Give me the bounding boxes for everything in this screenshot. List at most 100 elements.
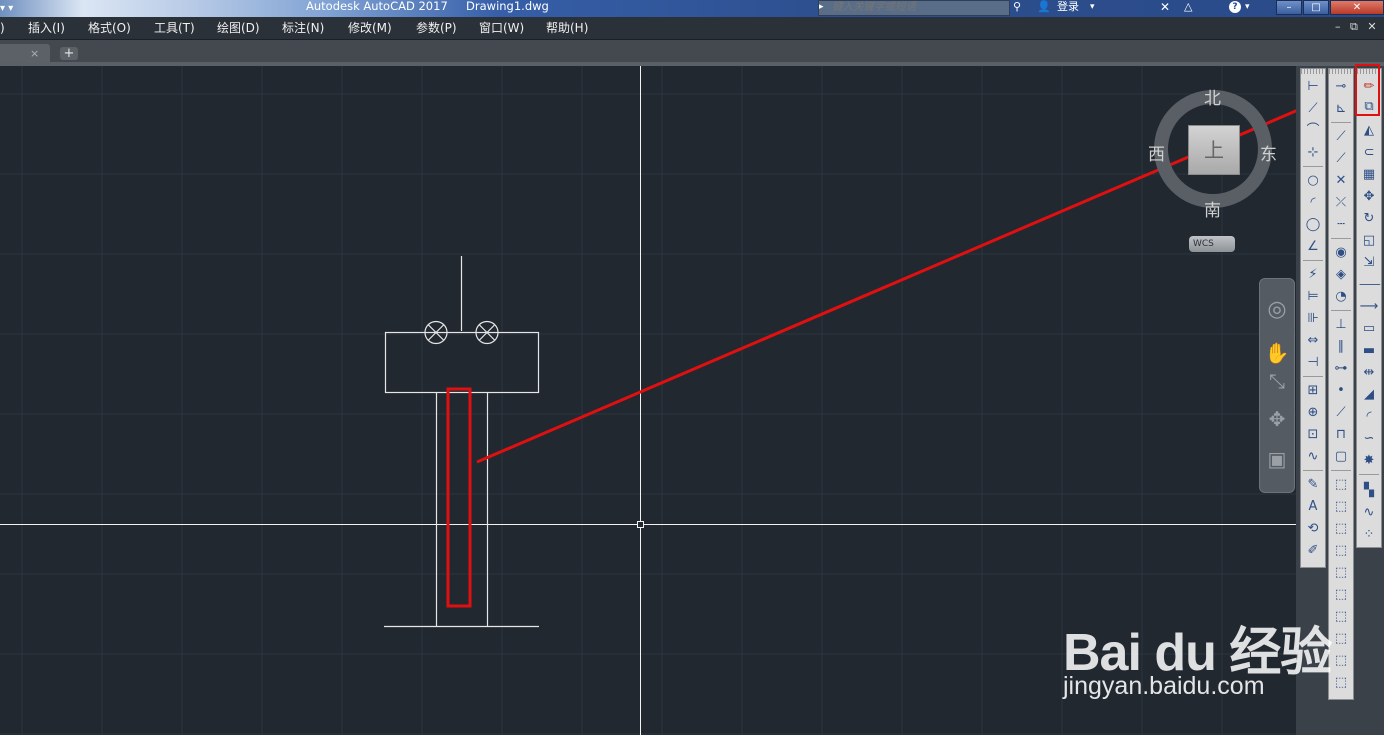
compass-north[interactable]: 北 [1204, 84, 1221, 109]
chamfer-icon[interactable]: ◢ [1359, 385, 1379, 405]
extension-icon[interactable]: ┄ [1331, 215, 1351, 235]
rotate-icon[interactable]: ↻ [1359, 209, 1379, 229]
endpoint-icon[interactable]: ⟋ [1331, 127, 1351, 147]
select-icon[interactable]: ⬚ [1331, 629, 1351, 649]
quadrant-icon[interactable]: ◈ [1331, 265, 1351, 285]
compass-east[interactable]: 东 [1260, 140, 1277, 165]
wcs-menu-button[interactable]: WCS [1189, 236, 1235, 252]
insert-icon[interactable]: ⊶ [1331, 359, 1351, 379]
perpendicular-icon[interactable]: ⊥ [1331, 315, 1351, 335]
document-window-controls[interactable]: – ⧉ ✕ [1335, 17, 1380, 37]
select-icon[interactable]: ⬚ [1331, 607, 1351, 627]
nearest-icon[interactable]: ⟋ [1331, 403, 1351, 423]
tangent-icon[interactable]: ◔ [1331, 287, 1351, 307]
cap-rectangle[interactable] [384, 331, 540, 394]
dim-text-edit-icon[interactable]: A [1303, 497, 1323, 517]
select-icon[interactable]: ⬚ [1331, 497, 1351, 517]
viewcube-top-face[interactable]: 上 [1188, 125, 1240, 175]
baseline-icon[interactable]: ⊨ [1303, 287, 1323, 307]
scale-icon[interactable]: ◱ [1359, 231, 1379, 251]
jog-linear-icon[interactable]: ∿ [1303, 447, 1323, 467]
dim-style-icon[interactable]: ✐ [1303, 541, 1323, 561]
inspect-icon[interactable]: ⊡ [1303, 425, 1323, 445]
trim-icon[interactable]: ⸺ [1359, 275, 1381, 295]
select-icon[interactable]: ⬚ [1331, 585, 1351, 605]
space-icon[interactable]: ⇔ [1303, 331, 1323, 351]
maximize-button[interactable]: □ [1303, 0, 1329, 15]
menu-item-format[interactable]: 格式(O) [88, 17, 131, 39]
menu-item-tools[interactable]: 工具(T) [154, 17, 195, 39]
radius-icon[interactable]: ○ [1303, 171, 1323, 191]
continue-icon[interactable]: ⊪ [1303, 309, 1323, 329]
search-input[interactable] [832, 0, 1004, 14]
parallel-icon[interactable]: ∥ [1331, 337, 1351, 357]
snap-from-icon[interactable]: ⊾ [1331, 99, 1351, 119]
menu-item-modify[interactable]: 修改(M) [348, 17, 392, 39]
zoom-extents-icon[interactable]: ⤡ [1260, 369, 1294, 393]
orbit-icon[interactable]: ✥ [1260, 407, 1294, 431]
center-mark-icon[interactable]: ⊕ [1303, 403, 1323, 423]
select-icon[interactable]: ⬚ [1331, 651, 1351, 671]
fillet-icon[interactable]: ◜ [1359, 407, 1379, 427]
menu-item-parametric[interactable]: 参数(P) [416, 17, 457, 39]
chevron-down-icon[interactable]: ▾ [1090, 0, 1095, 14]
blend-icon[interactable]: ∽ [1359, 429, 1379, 449]
select-icon[interactable]: ⬚ [1331, 673, 1351, 693]
node-icon[interactable]: • [1331, 381, 1351, 401]
dim-update-icon[interactable]: ⟲ [1303, 519, 1323, 539]
midpoint-icon[interactable]: ⟋ [1331, 149, 1351, 169]
menu-item-window[interactable]: 窗口(W) [479, 17, 524, 39]
array-icon[interactable]: ▦ [1359, 165, 1379, 185]
explode-icon[interactable]: ✸ [1359, 451, 1379, 471]
quick-access-toolbar[interactable]: ▾ ▾ [0, 0, 40, 17]
search-expand-icon[interactable]: ▸ [819, 0, 824, 14]
aligned-dim-icon[interactable]: ⟋ [1303, 99, 1323, 119]
arc-length-icon[interactable]: ⌒ [1303, 121, 1323, 141]
toolbar-grip[interactable] [1329, 69, 1353, 74]
menu-item-view[interactable]: ) [0, 17, 5, 39]
select-icon[interactable]: ⬚ [1331, 541, 1351, 561]
select-icon[interactable]: ⬚ [1331, 519, 1351, 539]
join-icon[interactable]: ⇹ [1359, 363, 1379, 383]
intersection-icon[interactable]: ✕ [1331, 171, 1351, 191]
steering-wheel-icon[interactable]: ◎ [1260, 297, 1294, 322]
linear-dim-icon[interactable]: ⊢ [1303, 77, 1323, 97]
diameter-icon[interactable]: ◯ [1303, 215, 1323, 235]
new-tab-button[interactable]: + [60, 47, 78, 60]
dim-edit-icon[interactable]: ✎ [1303, 475, 1323, 495]
jogged-icon[interactable]: ◜ [1303, 193, 1323, 213]
exchange-apps-icon[interactable]: ✕ [1160, 0, 1170, 14]
compass-south[interactable]: 南 [1204, 196, 1221, 221]
compass-west[interactable]: 西 [1148, 140, 1165, 165]
extend-icon[interactable]: ⟶ [1359, 297, 1379, 317]
column-drawing[interactable] [384, 256, 540, 628]
close-icon[interactable]: × [30, 47, 39, 60]
stretch-icon[interactable]: ⇲ [1359, 253, 1379, 273]
quick-dim-icon[interactable]: ⚡ [1303, 265, 1323, 285]
select-icon[interactable]: ⬚ [1331, 475, 1351, 495]
menu-item-insert[interactable]: 插入(I) [28, 17, 65, 39]
mirror-icon[interactable]: ◭ [1359, 121, 1379, 141]
showmotion-icon[interactable]: ▣ [1260, 447, 1294, 471]
toolbar-grip[interactable] [1301, 69, 1325, 74]
break-icon[interactable]: ▬ [1359, 341, 1379, 361]
help-icon[interactable]: ? [1229, 1, 1241, 13]
select-icon[interactable]: ⬚ [1331, 563, 1351, 583]
offset-icon[interactable]: ⊂ [1359, 143, 1379, 163]
tab-drawing1[interactable]: × [0, 44, 50, 64]
user-icon[interactable]: 👤 [1037, 0, 1051, 14]
binoculars-icon[interactable]: ⚲ [1013, 0, 1021, 14]
select-similar-icon[interactable]: ⁘ [1359, 525, 1379, 545]
break-icon[interactable]: ⊣ [1303, 353, 1323, 373]
chevron-down-icon[interactable]: ▾ [1245, 0, 1250, 14]
move-icon[interactable]: ✥ [1359, 187, 1379, 207]
pan-hand-icon[interactable]: ✋ [1260, 341, 1294, 365]
spline-edit-icon[interactable]: ∿ [1359, 503, 1379, 523]
menu-item-dimension[interactable]: 标注(N) [282, 17, 324, 39]
menu-item-help[interactable]: 帮助(H) [546, 17, 588, 39]
apparent-int-icon[interactable]: ⤫ [1331, 193, 1351, 213]
osnap-settings-icon[interactable]: ▢ [1331, 447, 1351, 467]
login-button[interactable]: 登录 [1057, 0, 1079, 13]
menu-item-draw[interactable]: 绘图(D) [217, 17, 260, 39]
draworder-icon[interactable]: ▚ [1359, 481, 1379, 501]
